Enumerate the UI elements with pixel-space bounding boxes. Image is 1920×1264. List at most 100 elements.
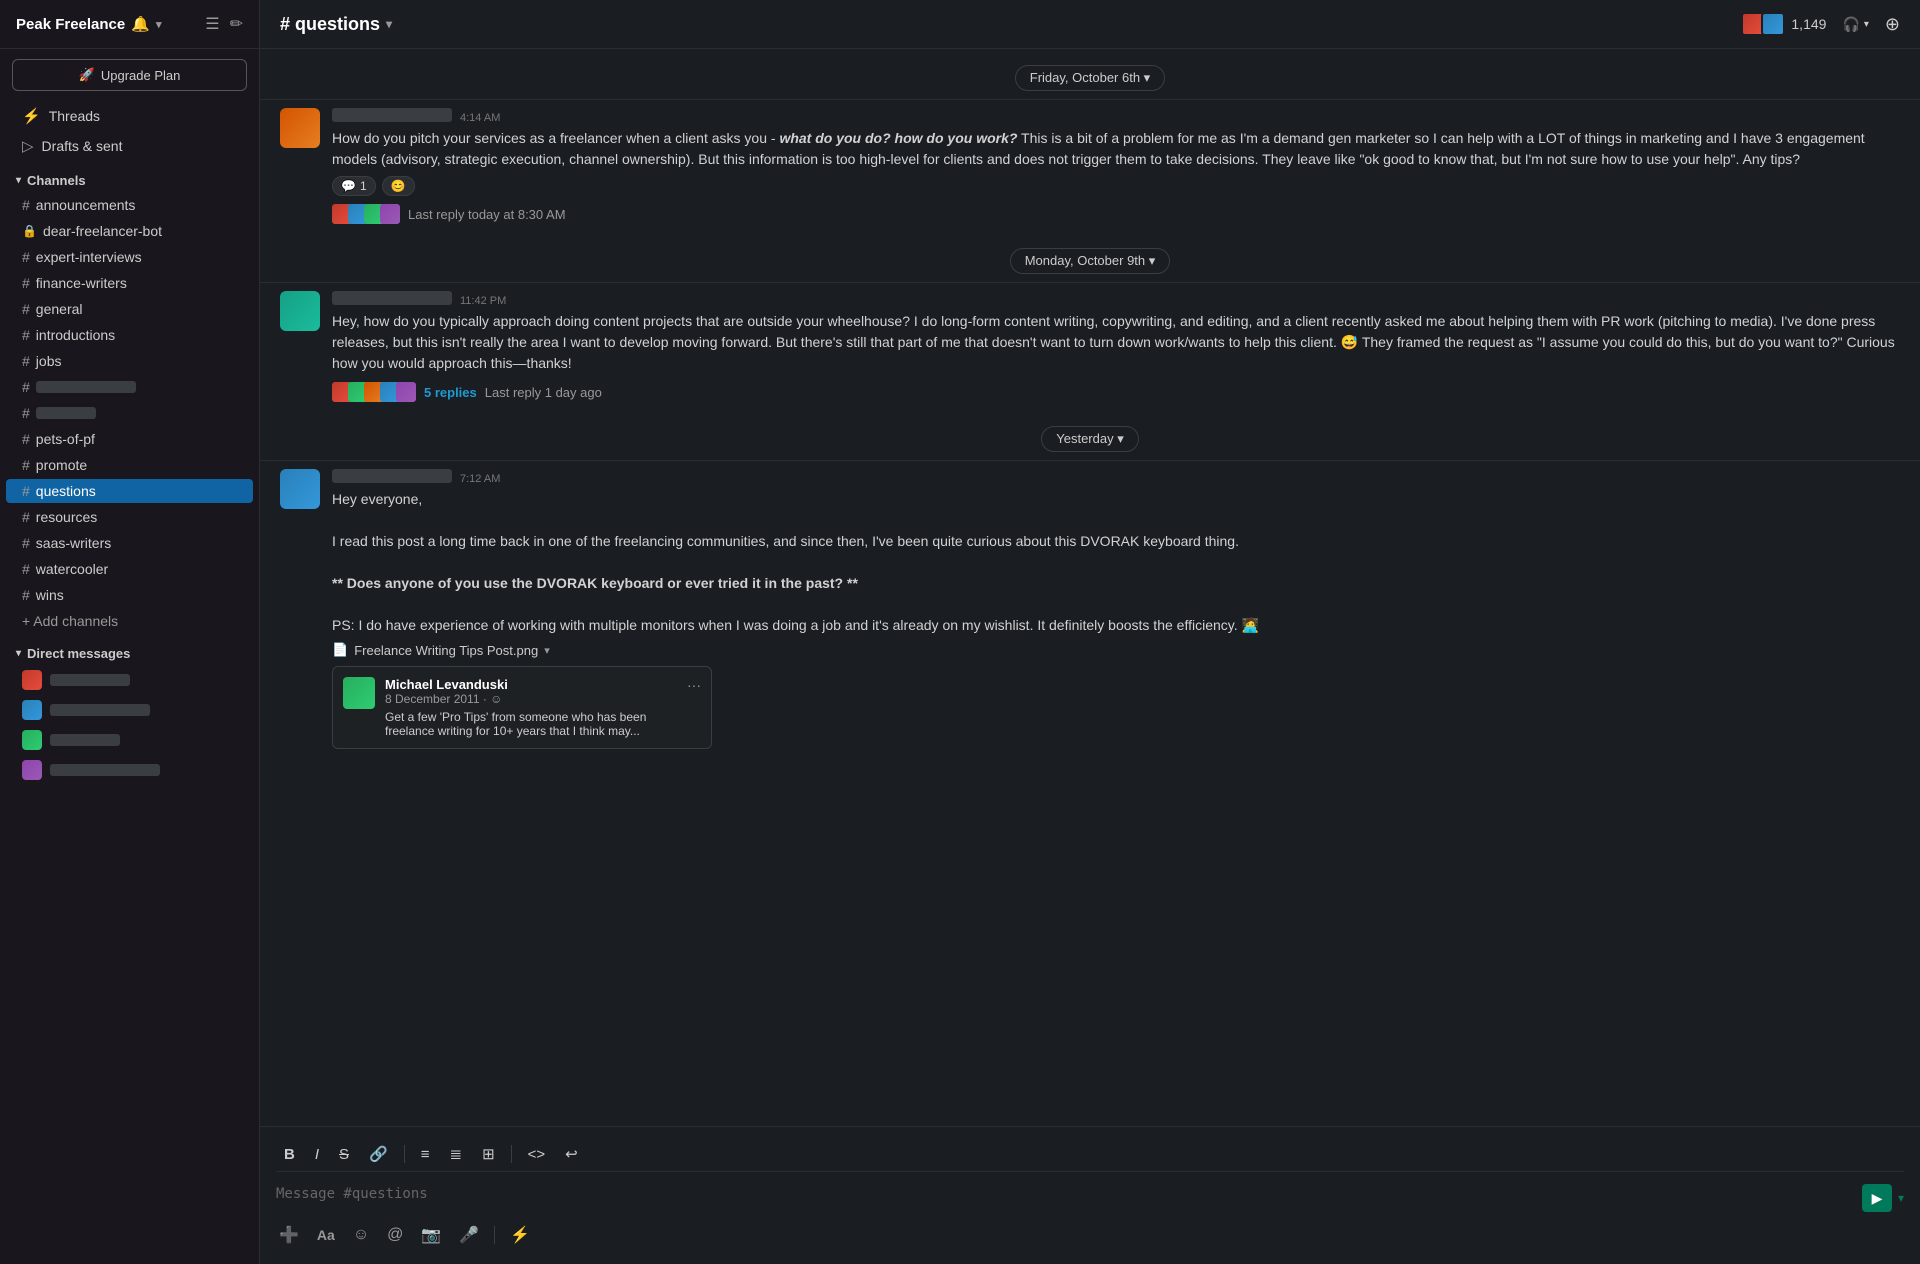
message-time-1: 4:14 AM: [460, 112, 500, 124]
text-format-button[interactable]: Aa: [314, 1224, 338, 1246]
hash-icon: #: [22, 197, 30, 213]
channel-item-resources[interactable]: # resources: [6, 505, 253, 529]
hash-icon: #: [22, 353, 30, 369]
link-button[interactable]: 🔗: [365, 1143, 392, 1165]
channel-item-dear-freelancer-bot[interactable]: 🔒 dear-freelancer-bot: [6, 219, 253, 243]
reaction-1[interactable]: 💬 1: [332, 176, 376, 196]
hash-icon: #: [22, 431, 30, 447]
channel-item-questions[interactable]: # questions: [6, 479, 253, 503]
headphone-icon: 🎧: [1842, 16, 1859, 33]
member-count[interactable]: 1,149: [1741, 12, 1826, 36]
filter-icon[interactable]: ☰: [205, 14, 219, 34]
compose-icon[interactable]: ✏: [230, 14, 243, 34]
date-label-monday[interactable]: Monday, October 9th ▾: [1010, 248, 1171, 274]
upgrade-plan-label: Upgrade Plan: [101, 68, 181, 83]
hash-icon: #: [22, 457, 30, 473]
dm-item-4[interactable]: [6, 756, 253, 784]
message-avatar-3: [280, 469, 320, 509]
upgrade-plan-button[interactable]: 🚀 Upgrade Plan: [12, 59, 247, 91]
hash-icon: #: [22, 405, 30, 421]
file-attachment[interactable]: 📄 Freelance Writing Tips Post.png ▾: [332, 642, 1900, 658]
formatting-toolbar: B I S 🔗 ≡ ≣ ⊞ <> ↩: [276, 1137, 1904, 1172]
hash-icon: #: [22, 483, 30, 499]
channel-item-blurred-2[interactable]: #: [6, 401, 253, 425]
date-monday-text: Monday, October 9th ▾: [1025, 253, 1156, 269]
date-label-yesterday[interactable]: Yesterday ▾: [1041, 426, 1138, 452]
add-attachment-button[interactable]: ➕: [276, 1222, 302, 1248]
dm-item-3[interactable]: [6, 726, 253, 754]
emoji-button[interactable]: ☺: [350, 1223, 372, 1247]
drafts-label: Drafts & sent: [42, 138, 123, 154]
channel-item-pets-of-pf[interactable]: # pets-of-pf: [6, 427, 253, 451]
channel-item-saas-writers[interactable]: # saas-writers: [6, 531, 253, 555]
channel-title[interactable]: # questions ▾: [280, 14, 392, 35]
sidebar-header: Peak Freelance 🔔 ▾ ☰ ✏: [0, 0, 259, 49]
ordered-list-button[interactable]: ≡: [417, 1144, 434, 1165]
workflow-button[interactable]: ⚡: [507, 1222, 533, 1248]
add-to-workspace-button[interactable]: ⊕: [1885, 14, 1900, 35]
date-label-friday[interactable]: Friday, October 6th ▾: [1015, 65, 1165, 91]
channel-item-introductions[interactable]: # introductions: [6, 323, 253, 347]
add-channels-button[interactable]: + Add channels: [6, 609, 253, 633]
dm-item-1[interactable]: [6, 666, 253, 694]
hash-icon: #: [22, 509, 30, 525]
reaction-add-1[interactable]: 😊: [382, 176, 415, 196]
channel-item-finance-writers[interactable]: # finance-writers: [6, 271, 253, 295]
dm-name-blurred: [50, 734, 120, 746]
attachment-actions[interactable]: ···: [687, 677, 701, 738]
message-input[interactable]: [276, 1180, 1862, 1209]
unordered-list-button[interactable]: ≣: [445, 1143, 466, 1165]
thread-last-2: Last reply 1 day ago: [485, 385, 602, 400]
undo-button[interactable]: ↩: [561, 1143, 582, 1165]
dm-item-2[interactable]: [6, 696, 253, 724]
thread-info-1: Last reply today at 8:30 AM: [332, 204, 1900, 224]
dm-arrow: ▾: [16, 648, 21, 659]
message-text-3: Hey everyone, I read this post a long ti…: [332, 489, 1900, 636]
message-input-area: B I S 🔗 ≡ ≣ ⊞ <> ↩ ▶ ▾ ➕ Aa ☺ @ 📷 🎤: [260, 1126, 1920, 1264]
channel-item-blurred-1[interactable]: #: [6, 375, 253, 399]
msg-greeting: Hey everyone,: [332, 491, 422, 507]
drafts-nav-item[interactable]: ▷ Drafts & sent: [6, 132, 253, 160]
hash-icon: #: [22, 587, 30, 603]
channel-item-wins[interactable]: # wins: [6, 583, 253, 607]
send-button[interactable]: ▶: [1862, 1184, 1892, 1212]
channel-item-announcements[interactable]: # announcements: [6, 193, 253, 217]
sidebar: Peak Freelance 🔔 ▾ ☰ ✏ 🚀 Upgrade Plan ⚡ …: [0, 0, 260, 1264]
thread-replies-2[interactable]: 5 replies: [424, 385, 477, 400]
mention-button[interactable]: @: [384, 1223, 406, 1247]
dm-name-blurred: [50, 674, 130, 686]
message-username-3: [332, 469, 452, 483]
workspace-emoji: 🔔: [131, 15, 150, 33]
channel-item-promote[interactable]: # promote: [6, 453, 253, 477]
threads-nav-item[interactable]: ⚡ Threads: [6, 102, 253, 130]
channel-item-expert-interviews[interactable]: # expert-interviews: [6, 245, 253, 269]
channel-item-jobs[interactable]: # jobs: [6, 349, 253, 373]
italic-button[interactable]: I: [311, 1144, 323, 1165]
audio-button[interactable]: 🎤: [456, 1222, 482, 1248]
dm-section-header[interactable]: ▾ Direct messages: [0, 634, 259, 665]
bold-button[interactable]: B: [280, 1144, 299, 1165]
code-button[interactable]: <>: [524, 1144, 550, 1165]
workspace-name[interactable]: Peak Freelance 🔔 ▾: [16, 15, 161, 33]
message-username-2: [332, 291, 452, 305]
send-chevron[interactable]: ▾: [1898, 1191, 1904, 1205]
message-header-3: 7:12 AM: [332, 469, 1900, 485]
strikethrough-button[interactable]: S: [335, 1144, 353, 1165]
toolbar-divider-1: [404, 1145, 405, 1163]
input-footer: ➕ Aa ☺ @ 📷 🎤 ⚡: [276, 1216, 1904, 1248]
date-divider-friday: Friday, October 6th ▾: [260, 49, 1920, 99]
add-reaction-icon: 😊: [391, 179, 406, 193]
dm-avatar-3: [22, 730, 42, 750]
channel-item-watercooler[interactable]: # watercooler: [6, 557, 253, 581]
camera-button[interactable]: 📷: [418, 1222, 444, 1248]
message-group-3: 7:12 AM Hey everyone, I read this post a…: [260, 460, 1920, 757]
message-header-2: 11:42 PM: [332, 291, 1900, 307]
block-quote-button[interactable]: ⊞: [478, 1143, 499, 1165]
channels-section-header[interactable]: ▾ Channels: [0, 161, 259, 192]
headphone-button[interactable]: 🎧 ▾: [1842, 16, 1868, 33]
channel-item-general[interactable]: # general: [6, 297, 253, 321]
msg-bold-question: ** Does anyone of you use the DVORAK key…: [332, 575, 858, 591]
message-content-1: 4:14 AM How do you pitch your services a…: [332, 108, 1900, 224]
message-group-2: 11:42 PM Hey, how do you typically appro…: [260, 282, 1920, 410]
main-content: # questions ▾ 1,149 🎧 ▾ ⊕ Fr: [260, 0, 1920, 1264]
